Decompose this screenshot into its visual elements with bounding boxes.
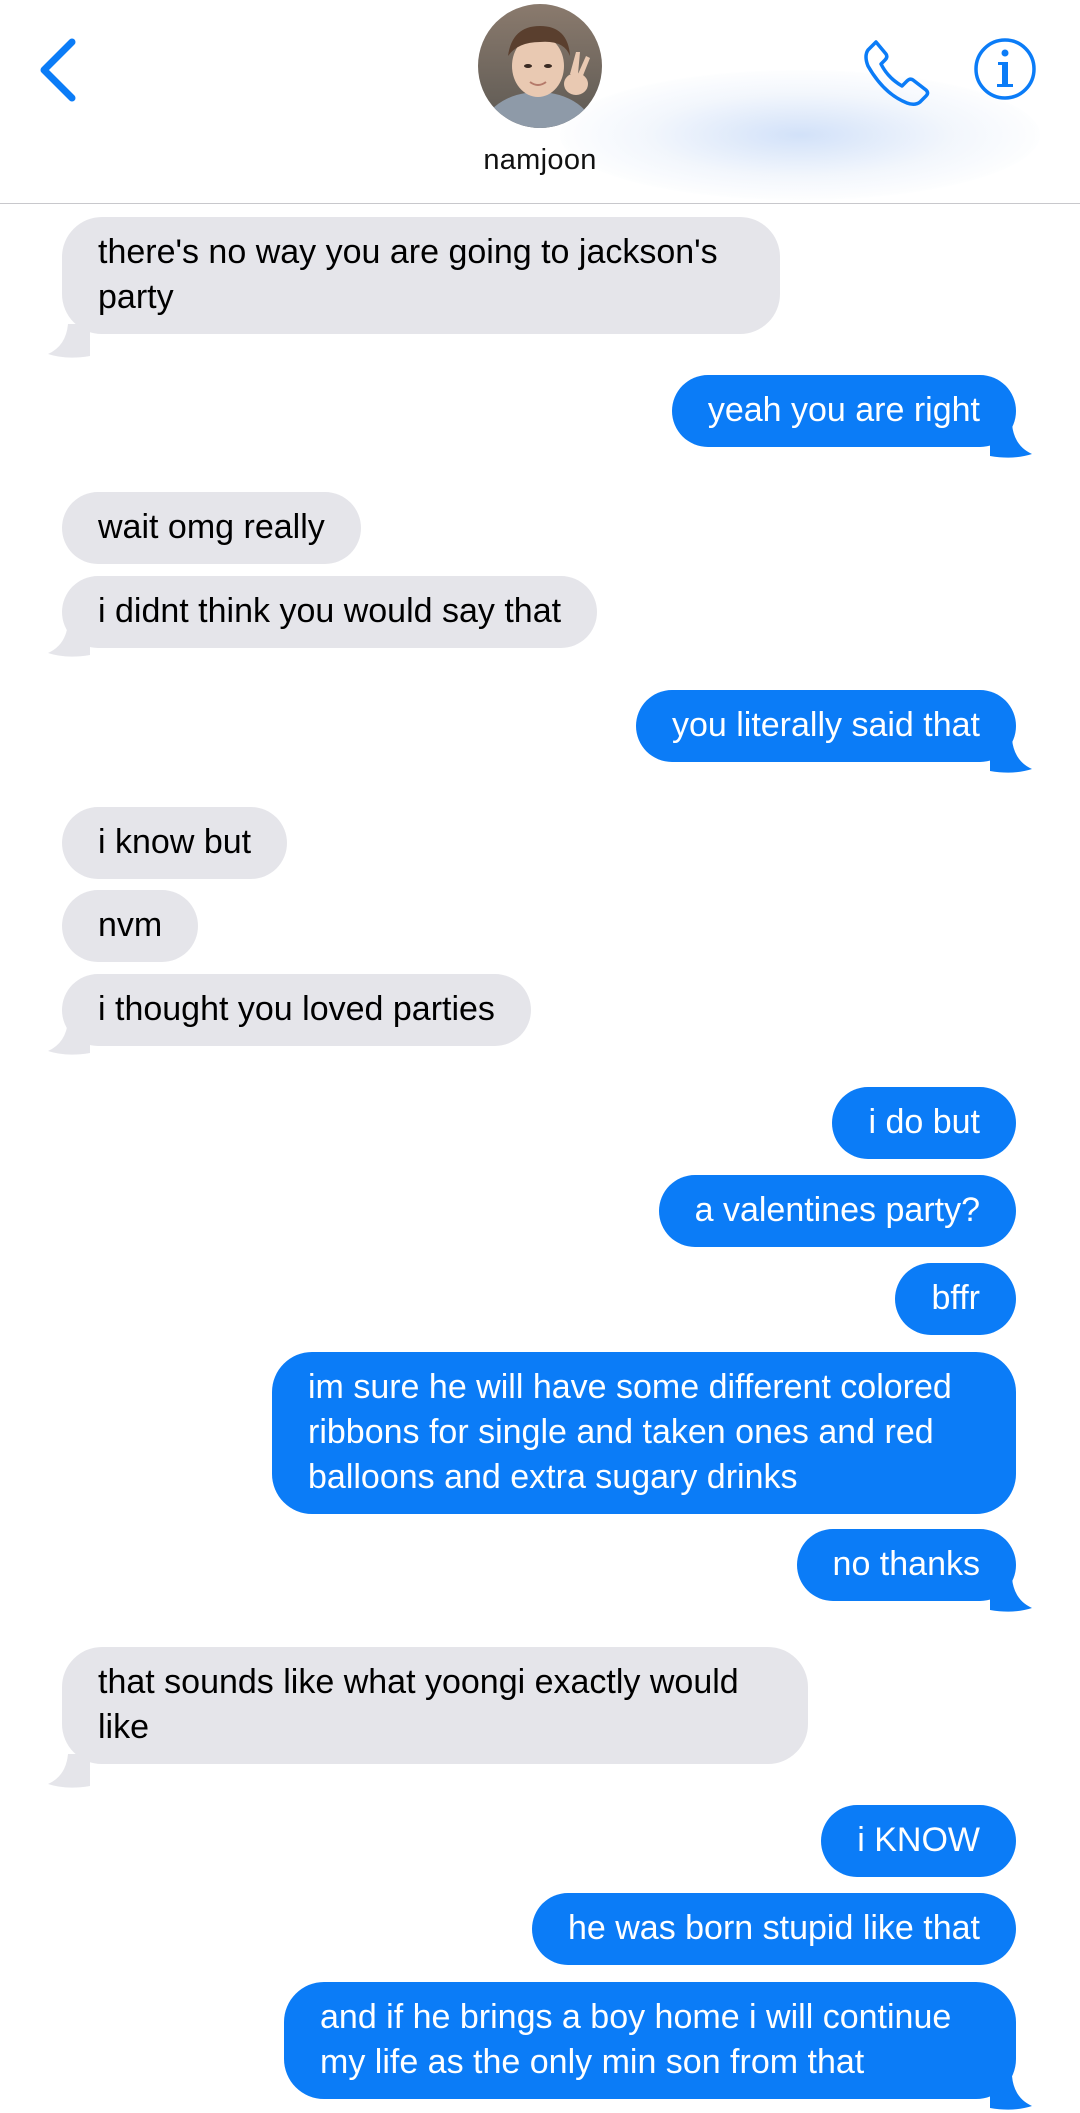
message-outgoing[interactable]: no thanks — [796, 1529, 1016, 1601]
contact-name[interactable]: namjoon — [0, 144, 1080, 177]
bubble-tail — [990, 739, 1032, 773]
chevron-left-icon[interactable] — [30, 30, 90, 110]
phone-icon[interactable] — [860, 36, 932, 108]
message-incoming[interactable]: i thought you loved parties — [62, 974, 531, 1046]
bubble-tail — [990, 424, 1032, 458]
bubble-tail — [48, 324, 90, 358]
message-incoming[interactable]: i didnt think you would say that — [62, 576, 598, 648]
bubble-tail — [990, 2076, 1032, 2110]
bubble-tail — [990, 1578, 1032, 1612]
message-incoming[interactable]: i know but — [62, 807, 288, 879]
message-thread[interactable]: there's no way you are going to jackson'… — [0, 204, 1080, 2113]
message-outgoing[interactable]: im sure he will have some different colo… — [272, 1352, 1016, 1514]
message-incoming[interactable]: that sounds like what yoongi exactly wou… — [62, 1647, 808, 1764]
message-outgoing[interactable]: you literally said that — [635, 690, 1016, 762]
header-blur-glow — [560, 70, 1040, 200]
avatar[interactable] — [478, 4, 602, 128]
message-outgoing[interactable]: i do but — [832, 1087, 1016, 1159]
message-incoming[interactable]: there's no way you are going to jackson'… — [62, 217, 780, 334]
conversation-header: namjoon — [0, 0, 1080, 204]
bubble-tail — [48, 623, 90, 657]
message-outgoing[interactable]: bffr — [895, 1263, 1016, 1335]
message-outgoing[interactable]: yeah you are right — [671, 375, 1016, 447]
message-outgoing[interactable]: i KNOW — [821, 1805, 1016, 1877]
message-outgoing[interactable]: a valentines party? — [658, 1175, 1016, 1247]
info-icon[interactable] — [972, 36, 1038, 102]
message-outgoing[interactable]: he was born stupid like that — [531, 1893, 1016, 1965]
message-incoming[interactable]: wait omg really — [62, 492, 361, 564]
message-incoming[interactable]: nvm — [62, 890, 199, 962]
bubble-tail — [48, 1754, 90, 1788]
message-outgoing[interactable]: and if he brings a boy home i will conti… — [284, 1982, 1016, 2099]
bubble-tail — [48, 1021, 90, 1055]
